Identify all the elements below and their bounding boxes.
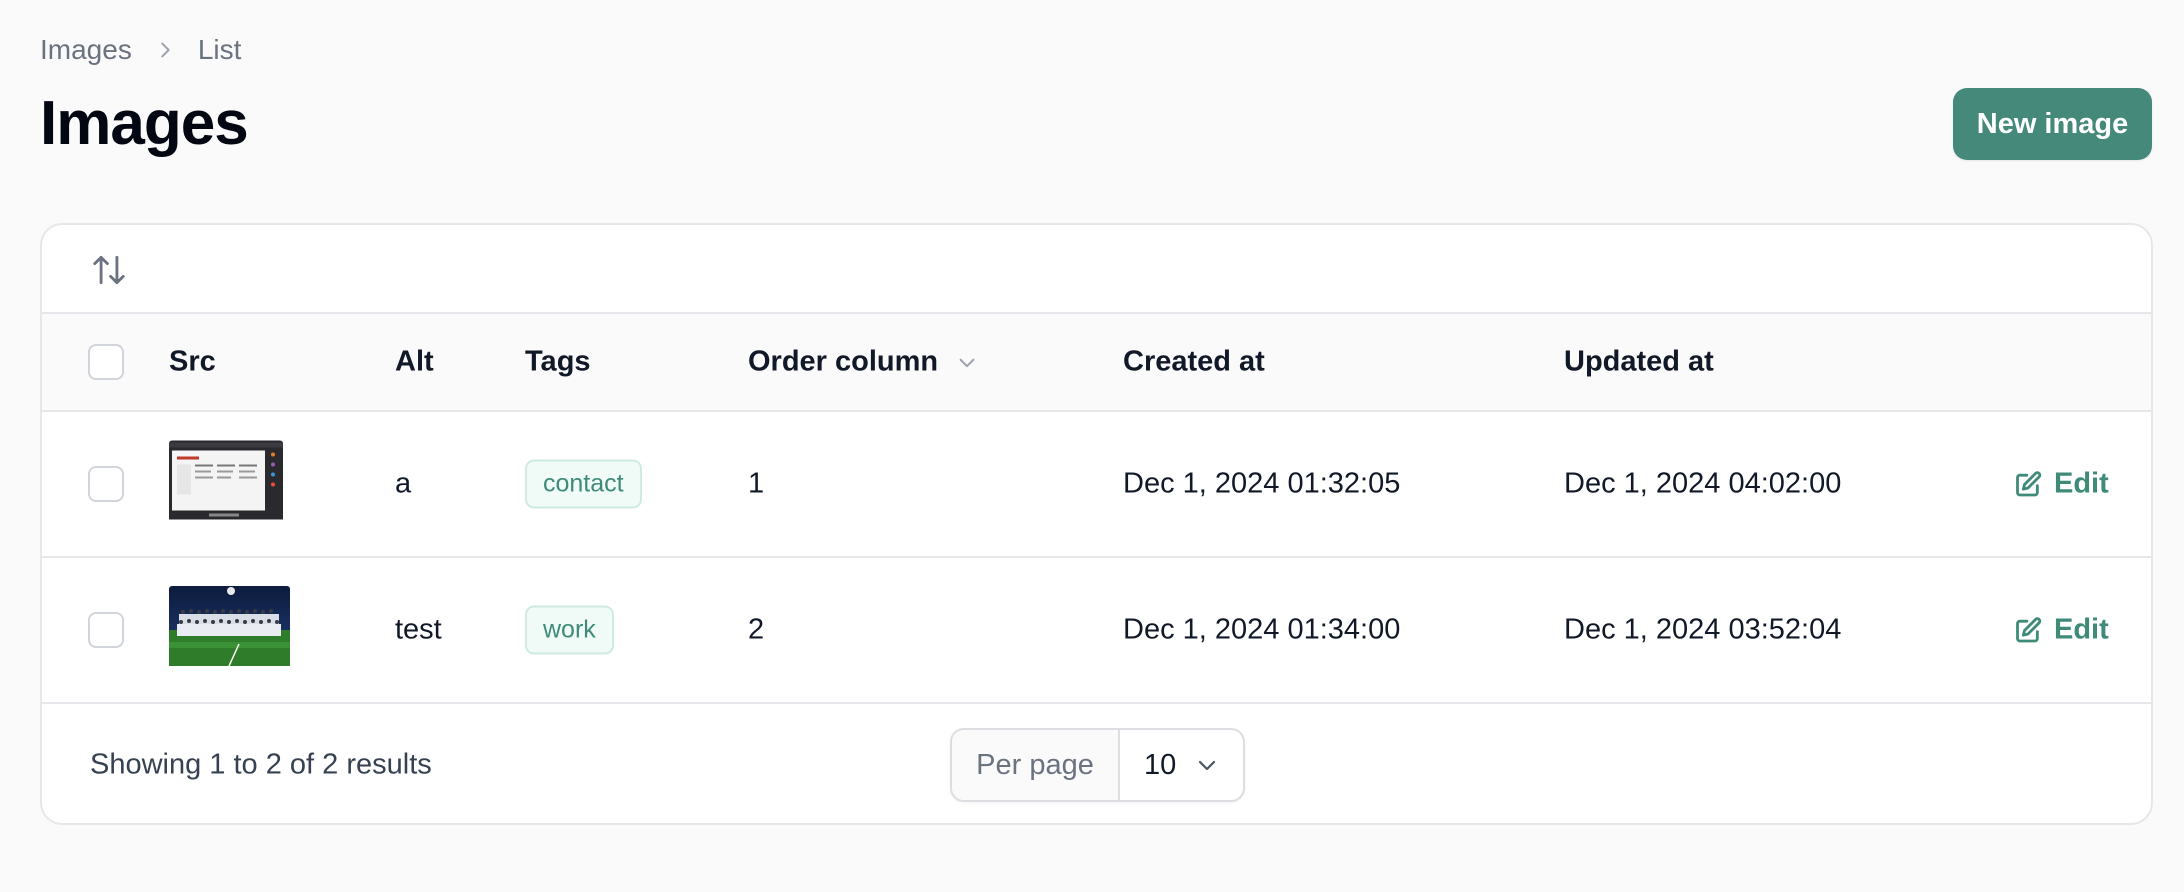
alt-cell: a — [395, 467, 412, 500]
edit-button[interactable]: Edit — [2014, 468, 2109, 501]
column-header-order-label: Order column — [748, 345, 939, 378]
edit-label: Edit — [2054, 613, 2109, 646]
per-page-label: Per page — [952, 730, 1120, 800]
new-image-button[interactable]: New image — [1953, 88, 2152, 160]
table-toolbar — [42, 225, 2151, 314]
tags-cell: contact — [525, 459, 642, 509]
per-page-select[interactable]: Per page 10 — [950, 728, 1245, 802]
select-all-checkbox[interactable] — [88, 344, 124, 380]
results-summary: Showing 1 to 2 of 2 results — [90, 748, 432, 780]
row-checkbox[interactable] — [88, 466, 124, 502]
tag-badge: work — [525, 605, 614, 655]
image-thumbnail[interactable] — [169, 440, 283, 528]
updated-cell: Dec 1, 2024 04:02:00 — [1564, 467, 1842, 500]
page-title: Images — [40, 89, 249, 158]
breadcrumb: Images List — [40, 34, 241, 66]
edit-icon — [2016, 470, 2042, 496]
table-row: test work 2 Dec 1, 2024 01:34:00 Dec 1, … — [42, 558, 2151, 704]
edit-icon — [2016, 616, 2042, 642]
chevron-right-icon — [161, 42, 170, 58]
column-header-order[interactable]: Order column — [748, 346, 978, 379]
edit-button[interactable]: Edit — [2014, 614, 2109, 647]
table-row: a contact 1 Dec 1, 2024 01:32:05 Dec 1, … — [42, 412, 2151, 558]
column-header-src: Src — [169, 345, 216, 378]
chevron-down-icon — [1198, 760, 1216, 771]
table-header: Src Alt Tags Order column Created at Upd… — [42, 314, 2151, 412]
per-page-value: 10 — [1144, 748, 1177, 781]
tag-badge: contact — [525, 459, 642, 509]
breadcrumb-item-list: List — [197, 34, 242, 65]
column-header-alt: Alt — [395, 345, 434, 378]
updated-cell: Dec 1, 2024 03:52:04 — [1564, 613, 1842, 646]
column-header-tags: Tags — [525, 345, 591, 378]
column-header-created: Created at — [1123, 345, 1265, 378]
edit-label: Edit — [2054, 467, 2109, 500]
breadcrumb-item-images[interactable]: Images — [40, 34, 132, 66]
row-checkbox[interactable] — [88, 612, 124, 648]
per-page-dropdown[interactable]: 10 — [1120, 730, 1243, 800]
tags-cell: work — [525, 605, 614, 655]
order-cell: 2 — [748, 613, 765, 646]
alt-cell: test — [395, 613, 442, 646]
table-footer: Showing 1 to 2 of 2 results Per page 10 — [42, 704, 2151, 823]
sort-icon[interactable] — [90, 251, 128, 289]
table-card: Src Alt Tags Order column Created at Upd… — [40, 223, 2153, 825]
chevron-down-icon — [959, 358, 975, 367]
created-cell: Dec 1, 2024 01:32:05 — [1123, 467, 1401, 500]
image-thumbnail[interactable] — [169, 586, 290, 674]
created-cell: Dec 1, 2024 01:34:00 — [1123, 613, 1401, 646]
order-cell: 1 — [748, 467, 765, 500]
column-header-updated: Updated at — [1564, 345, 1714, 378]
